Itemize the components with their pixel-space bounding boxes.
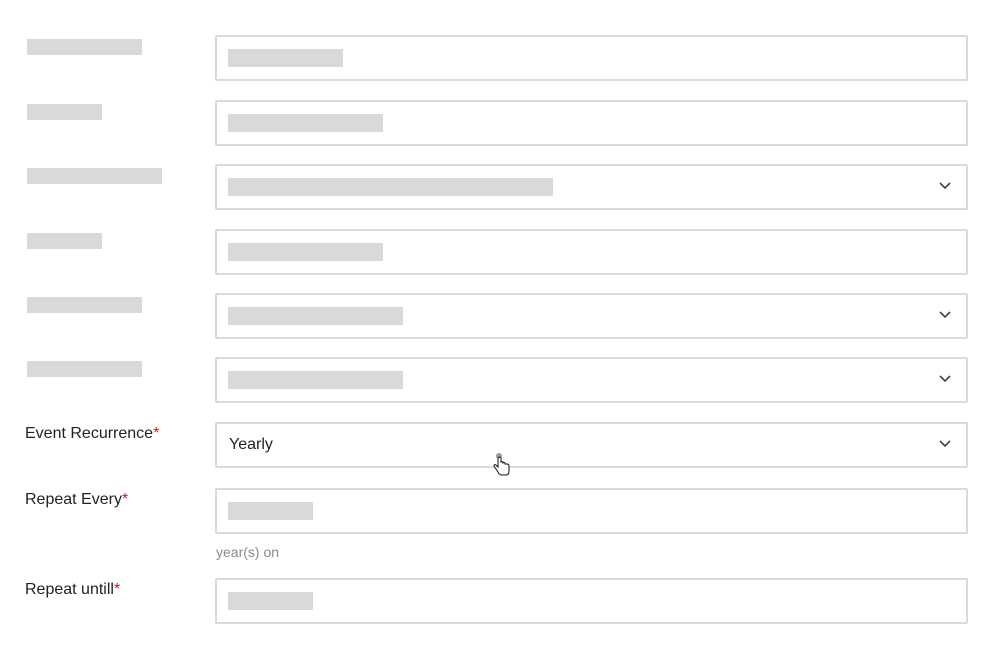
event-recurrence-label: Event Recurrence* [25, 424, 159, 444]
value-placeholder [228, 371, 403, 389]
event-recurrence-select[interactable]: Yearly [215, 422, 968, 468]
select-field-placeholder[interactable] [215, 293, 968, 339]
repeat-every-input[interactable] [215, 488, 968, 534]
value-placeholder [228, 243, 383, 261]
value-placeholder [228, 502, 313, 520]
event-form: Event Recurrence* Yearly Repeat Every* y… [0, 0, 1000, 667]
text-field-placeholder[interactable] [215, 35, 968, 81]
chevron-down-icon [939, 182, 951, 190]
label-placeholder [27, 39, 142, 55]
label-placeholder [27, 168, 162, 184]
value-placeholder [228, 49, 343, 67]
value-placeholder [228, 178, 553, 196]
text-field-placeholder[interactable] [215, 100, 968, 146]
repeat-every-hint: year(s) on [216, 544, 280, 560]
repeat-until-label-text: Repeat untill [25, 581, 114, 598]
hand-pointer-cursor-icon [493, 453, 510, 476]
label-placeholder [27, 104, 102, 120]
chevron-down-icon [939, 311, 951, 319]
label-placeholder [27, 233, 102, 249]
repeat-until-label: Repeat untill* [25, 580, 120, 600]
chevron-down-icon [939, 375, 951, 383]
repeat-until-input[interactable] [215, 578, 968, 624]
label-placeholder [27, 361, 142, 377]
label-placeholder [27, 297, 142, 313]
select-field-placeholder[interactable] [215, 357, 968, 403]
repeat-every-label-text: Repeat Every [25, 491, 122, 508]
select-field-placeholder[interactable] [215, 164, 968, 210]
value-placeholder [228, 592, 313, 610]
event-recurrence-value: Yearly [229, 436, 273, 453]
value-placeholder [228, 114, 383, 132]
text-field-placeholder[interactable] [215, 229, 968, 275]
repeat-every-label: Repeat Every* [25, 490, 128, 510]
event-recurrence-label-text: Event Recurrence [25, 425, 154, 442]
value-placeholder [228, 307, 403, 325]
required-mark: * [153, 425, 160, 442]
required-mark: * [113, 581, 121, 598]
chevron-down-icon [939, 440, 951, 448]
required-mark: * [121, 491, 129, 508]
